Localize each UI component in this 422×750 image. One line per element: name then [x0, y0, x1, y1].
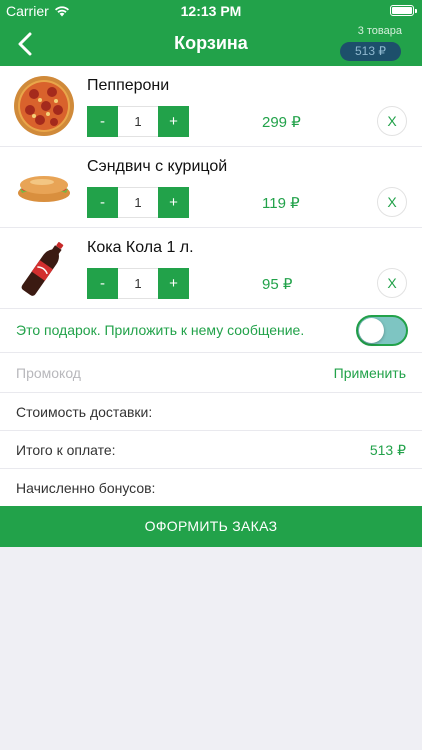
gift-toggle[interactable]	[356, 315, 408, 346]
app-header: Carrier 12:13 PM Корзина 3 товара 513 ₽	[0, 0, 422, 66]
quantity-value[interactable]: 1	[118, 268, 158, 299]
status-bar: Carrier 12:13 PM	[0, 0, 422, 22]
item-price: 95 ₽	[262, 276, 293, 293]
total-label: Итого к оплате:	[16, 442, 116, 458]
promo-row: Применить	[0, 353, 422, 393]
increase-qty-button[interactable]: +	[158, 187, 189, 218]
delivery-cost-row: Стоимость доставки:	[0, 393, 422, 431]
status-time: 12:13 PM	[180, 3, 242, 19]
item-name: Сэндвич с курицой	[87, 158, 228, 175]
quantity-stepper: - 1 +	[87, 106, 189, 137]
bonus-label: Начисленно бонусов:	[16, 480, 156, 496]
battery-icon	[390, 5, 417, 16]
gift-message-label: Это подарок. Приложить к нему сообщение.	[16, 322, 305, 338]
cart-item: Пепперони - 1 + 299 ₽ X	[0, 66, 422, 147]
item-name: Кока Кола 1 л.	[87, 239, 194, 256]
quantity-stepper: - 1 +	[87, 187, 189, 218]
quantity-value[interactable]: 1	[118, 106, 158, 137]
navigation-bar: Корзина 3 товара 513 ₽	[0, 22, 422, 66]
cart-total-badge[interactable]: 513 ₽	[340, 42, 401, 61]
sandwich-image	[18, 176, 70, 202]
remove-item-button[interactable]: X	[377, 187, 407, 217]
cart-content: Пепперони - 1 + 299 ₽ X Сэндвич с курицо…	[0, 66, 422, 507]
gift-row: Это подарок. Приложить к нему сообщение.	[0, 309, 422, 353]
pizza-image	[14, 76, 74, 136]
cart-item: Сэндвич с курицой - 1 + 119 ₽ X	[0, 147, 422, 228]
remove-item-button[interactable]: X	[377, 106, 407, 136]
remove-item-button[interactable]: X	[377, 268, 407, 298]
item-name: Пепперони	[87, 77, 170, 94]
promo-code-input[interactable]	[16, 361, 236, 385]
increase-qty-button[interactable]: +	[158, 268, 189, 299]
delivery-cost-label: Стоимость доставки:	[16, 404, 153, 420]
item-price: 119 ₽	[262, 195, 300, 212]
decrease-qty-button[interactable]: -	[87, 268, 118, 299]
checkout-button[interactable]: ОФОРМИТЬ ЗАКАЗ	[0, 506, 422, 547]
cart-item: Кока Кола 1 л. - 1 + 95 ₽ X	[0, 228, 422, 309]
quantity-stepper: - 1 +	[87, 268, 189, 299]
total-value: 513 ₽	[369, 442, 406, 458]
quantity-value[interactable]: 1	[118, 187, 158, 218]
item-price: 299 ₽	[262, 114, 301, 131]
decrease-qty-button[interactable]: -	[87, 106, 118, 137]
bonus-row: Начисленно бонусов:	[0, 469, 422, 507]
total-row: Итого к оплате: 513 ₽	[0, 431, 422, 469]
cart-count-label: 3 товара	[357, 25, 402, 37]
apply-promo-button[interactable]: Применить	[334, 365, 406, 381]
toggle-knob	[359, 318, 384, 343]
increase-qty-button[interactable]: +	[158, 106, 189, 137]
decrease-qty-button[interactable]: -	[87, 187, 118, 218]
cola-bottle-image	[21, 242, 64, 296]
